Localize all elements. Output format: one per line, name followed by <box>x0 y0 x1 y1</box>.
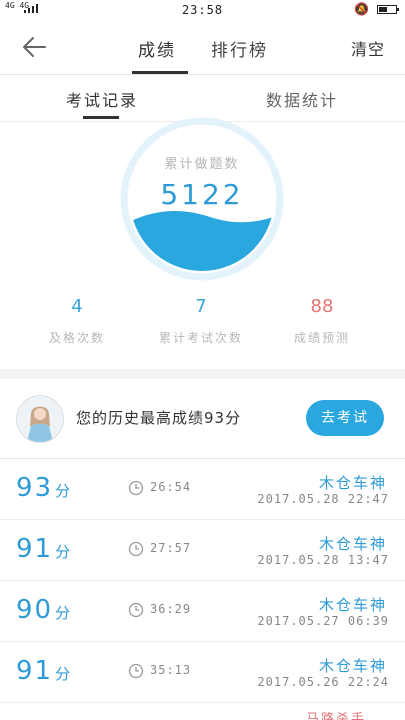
status-time: 23:58 <box>181 3 224 17</box>
stat-value: 7 <box>195 296 207 317</box>
record-title: 木仓车神 <box>318 535 387 553</box>
stat-exam-count: 7 累计考试次数 <box>141 296 261 346</box>
clock-icon <box>128 480 144 496</box>
record-score: 93 分 <box>16 473 71 503</box>
stat-label: 成绩预测 <box>293 331 350 345</box>
record-date: 2017.05.28 13:47 <box>257 553 389 567</box>
stat-label: 及格次数 <box>48 331 105 345</box>
section-divider <box>0 369 405 379</box>
total-questions-label: 累计做题数 <box>164 157 240 172</box>
avatar <box>16 395 64 443</box>
next-record-peek: 马路杀手 <box>306 712 386 720</box>
list-item[interactable]: 93 分 26:54 木仓车神 2017.05.28 22:47 <box>0 459 405 520</box>
record-score: 91 分 <box>16 534 71 564</box>
stat-value: 4 <box>71 296 83 317</box>
tab-leaderboard[interactable]: 排行榜 <box>211 36 268 61</box>
best-score-row: 您的历史最高成绩93分 去考试 <box>0 379 405 459</box>
record-title: 木仓车神 <box>318 657 387 675</box>
stat-label: 累计考试次数 <box>158 331 243 345</box>
go-exam-button[interactable]: 去考试 <box>306 400 384 436</box>
battery-icon <box>377 5 399 14</box>
list-item[interactable]: 90 分 36:29 木仓车神 2017.05.27 06:39 <box>0 581 405 642</box>
record-title: 木仓车神 <box>318 596 387 614</box>
clear-button[interactable]: 清空 <box>351 36 385 60</box>
record-duration: 27:57 <box>150 541 192 555</box>
stat-score-prediction: 88 成绩预测 <box>262 296 382 346</box>
record-score: 91 分 <box>16 656 71 686</box>
record-duration: 35:13 <box>150 663 192 677</box>
record-duration: 36:29 <box>150 602 192 616</box>
record-date: 2017.05.26 22:24 <box>257 675 389 689</box>
record-score: 90 分 <box>16 595 71 625</box>
user-avatar-icon <box>17 396 63 442</box>
clock-icon <box>128 541 144 557</box>
best-score-text: 您的历史最高成绩93分 <box>76 409 242 427</box>
clock-icon <box>128 602 144 618</box>
top-nav-bar: 成绩 排行榜 清空 <box>0 20 405 75</box>
back-arrow-icon[interactable] <box>20 33 48 61</box>
record-duration: 26:54 <box>150 480 192 494</box>
stat-value: 88 <box>310 296 334 317</box>
tab-scores[interactable]: 成绩 <box>138 36 176 61</box>
sub-tab-bar: 考试记录 数据统计 <box>0 75 405 122</box>
status-bar: 4G 4G 23:58 🔕 <box>0 0 405 20</box>
stat-pass-count: 4 及格次数 <box>17 296 137 346</box>
clock-icon <box>128 663 144 679</box>
list-item[interactable]: 91 分 27:57 木仓车神 2017.05.28 13:47 <box>0 520 405 581</box>
subtab-statistics[interactable]: 数据统计 <box>266 87 338 111</box>
subtab-exam-records[interactable]: 考试记录 <box>66 87 138 111</box>
record-date: 2017.05.27 06:39 <box>257 614 389 628</box>
active-tab-indicator <box>132 71 188 74</box>
total-questions-value: 5122 <box>160 178 244 211</box>
bell-muted-icon: 🔕 <box>354 2 369 16</box>
next-record-title: 马路杀手 <box>306 712 367 720</box>
active-subtab-indicator <box>83 116 119 119</box>
gauge-wave <box>130 211 274 271</box>
record-title: 木仓车神 <box>318 474 387 492</box>
list-item[interactable]: 91 分 35:13 木仓车神 2017.05.26 22:24 <box>0 642 405 703</box>
record-date: 2017.05.28 22:47 <box>257 492 389 506</box>
